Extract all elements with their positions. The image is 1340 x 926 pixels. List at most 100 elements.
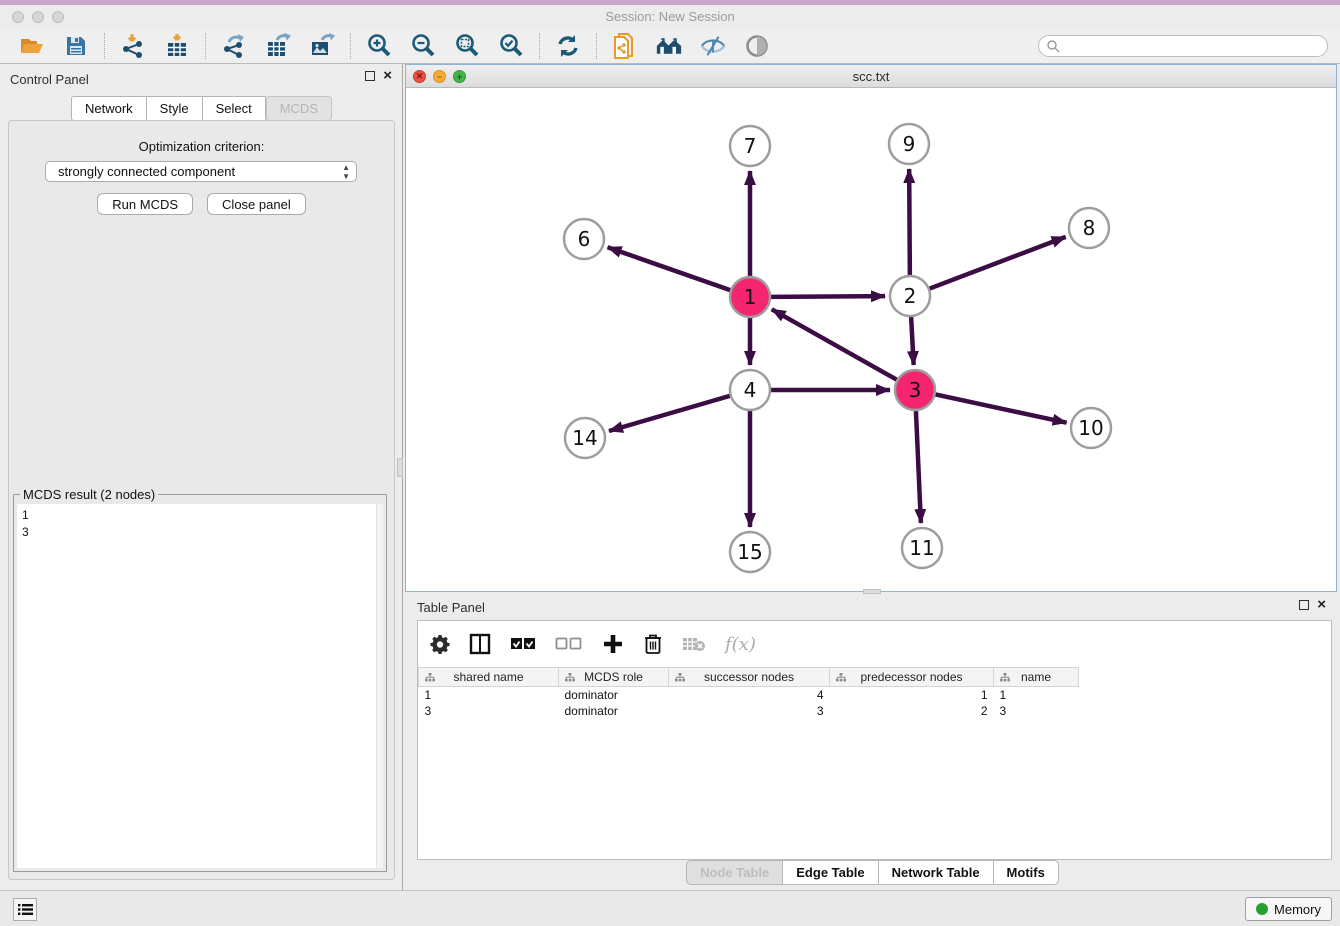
optimization-criterion-label: Optimization criterion: — [9, 139, 394, 154]
export-image-icon[interactable] — [309, 33, 335, 59]
node-label-15: 15 — [737, 540, 762, 564]
refresh-icon[interactable] — [555, 33, 581, 59]
select-all-icon[interactable] — [510, 632, 536, 656]
toolbar-separator — [350, 33, 351, 59]
node-label-6: 6 — [578, 227, 591, 251]
zoom-selected-icon[interactable] — [498, 33, 524, 59]
edge-1-2[interactable] — [771, 296, 885, 297]
mcds-result-list[interactable]: 1 3 — [17, 504, 376, 868]
window-title: Session: New Session — [0, 9, 1340, 24]
delete-icon[interactable] — [643, 632, 663, 656]
deselect-all-icon[interactable] — [555, 632, 583, 656]
task-history-button[interactable] — [13, 898, 37, 921]
toolbar-separator — [205, 33, 206, 59]
column-header-predecessor-nodes[interactable]: predecessor nodes — [830, 668, 994, 687]
edge-3-1[interactable] — [772, 309, 897, 379]
result-scrollbar[interactable] — [376, 504, 383, 868]
memory-label: Memory — [1274, 902, 1321, 917]
edge-1-6[interactable] — [608, 247, 731, 290]
gear-icon[interactable] — [430, 632, 450, 656]
close-panel-icon[interactable]: × — [383, 71, 392, 81]
edge-2-9[interactable] — [909, 169, 910, 275]
node-label-11: 11 — [909, 536, 934, 560]
tab-mcds[interactable]: MCDS — [266, 96, 332, 121]
open-session-icon[interactable] — [19, 33, 45, 59]
column-header-shared-name[interactable]: shared name — [419, 668, 559, 687]
float-table-panel-icon[interactable] — [1299, 600, 1309, 610]
import-network-icon[interactable] — [120, 33, 146, 59]
network-view-window: ✕ − + scc.txt 7968124314101511 — [405, 64, 1337, 592]
search-input[interactable] — [1060, 39, 1327, 53]
edge-3-11[interactable] — [916, 411, 921, 523]
show-all-icon[interactable] — [744, 33, 770, 59]
edge-3-10[interactable] — [936, 394, 1067, 422]
tab-style[interactable]: Style — [147, 96, 203, 121]
table-row[interactable]: 1dominator411 — [419, 687, 1079, 703]
select-stepper-icon: ▲▼ — [342, 163, 350, 181]
network-canvas[interactable]: 7968124314101511 — [406, 88, 1336, 591]
node-table[interactable]: shared nameMCDS rolesuccessor nodesprede… — [418, 667, 1079, 719]
network-window-titlebar[interactable]: ✕ − + scc.txt — [406, 65, 1336, 88]
node-label-1: 1 — [744, 285, 757, 309]
criterion-value: strongly connected component — [58, 164, 235, 179]
tab-edge-table[interactable]: Edge Table — [783, 860, 878, 885]
function-icon[interactable]: f(x) — [725, 632, 756, 656]
toolbar-separator — [539, 33, 540, 59]
column-header-name[interactable]: name — [994, 668, 1079, 687]
search-box[interactable] — [1038, 35, 1328, 57]
toolbar-separator — [596, 33, 597, 59]
zoom-out-icon[interactable] — [410, 33, 436, 59]
memory-status-icon — [1256, 903, 1268, 915]
export-network-icon[interactable] — [221, 33, 247, 59]
network-window-title: scc.txt — [406, 69, 1336, 84]
mcds-result-title: MCDS result (2 nodes) — [20, 487, 158, 502]
new-network-from-selection-icon[interactable] — [612, 33, 638, 59]
column-header-MCDS-role[interactable]: MCDS role — [559, 668, 669, 687]
control-panel-title: Control Panel — [10, 72, 89, 87]
zoom-fit-icon[interactable] — [454, 33, 480, 59]
node-label-9: 9 — [903, 132, 916, 156]
tab-node-table[interactable]: Node Table — [686, 860, 783, 885]
tab-network[interactable]: Network — [71, 96, 147, 121]
table-panel-title: Table Panel — [417, 600, 485, 615]
list-icon — [18, 903, 33, 916]
edge-2-3[interactable] — [911, 317, 914, 365]
add-icon[interactable] — [602, 632, 624, 656]
network-resize-handle[interactable] — [863, 589, 881, 594]
columns-icon[interactable] — [469, 632, 491, 656]
tab-select[interactable]: Select — [203, 96, 266, 121]
edge-4-14[interactable] — [609, 396, 730, 431]
column-header-successor-nodes[interactable]: successor nodes — [669, 668, 830, 687]
table-panel-tabs: Node TableEdge TableNetwork TableMotifs — [405, 860, 1340, 885]
export-table-icon[interactable] — [265, 33, 291, 59]
search-icon — [1046, 39, 1060, 53]
toolbar-separator — [104, 33, 105, 59]
save-session-icon[interactable] — [63, 33, 89, 59]
table-toolbar: f(x) — [418, 621, 1331, 667]
mcds-result-group: MCDS result (2 nodes) 1 3 — [13, 494, 387, 872]
run-mcds-button[interactable]: Run MCDS — [97, 193, 193, 215]
tab-network-table[interactable]: Network Table — [879, 860, 994, 885]
network-graph[interactable]: 7968124314101511 — [406, 88, 1336, 591]
hide-selection-icon[interactable] — [700, 33, 726, 59]
table-row[interactable]: 3dominator323 — [419, 703, 1079, 719]
criterion-select[interactable]: strongly connected component ▲▼ — [45, 161, 357, 182]
delete-table-icon[interactable] — [682, 632, 706, 656]
first-neighbors-icon[interactable] — [656, 33, 682, 59]
node-label-3: 3 — [909, 378, 922, 402]
memory-button[interactable]: Memory — [1245, 897, 1332, 921]
mcds-panel: Optimization criterion: strongly connect… — [8, 120, 395, 880]
node-label-4: 4 — [744, 378, 757, 402]
tab-motifs[interactable]: Motifs — [994, 860, 1059, 885]
zoom-in-icon[interactable] — [366, 33, 392, 59]
node-table-container: f(x) shared nameMCDS rolesuccessor nodes… — [417, 620, 1332, 860]
float-panel-icon[interactable] — [365, 71, 375, 81]
splitter-handle[interactable] — [397, 458, 403, 477]
import-table-icon[interactable] — [164, 33, 190, 59]
close-panel-button[interactable]: Close panel — [207, 193, 306, 215]
close-table-panel-icon[interactable]: × — [1317, 600, 1326, 610]
table-panel: Table Panel × — [405, 595, 1340, 890]
node-label-7: 7 — [744, 134, 757, 158]
node-label-14: 14 — [572, 426, 597, 450]
edge-2-8[interactable] — [930, 237, 1066, 289]
